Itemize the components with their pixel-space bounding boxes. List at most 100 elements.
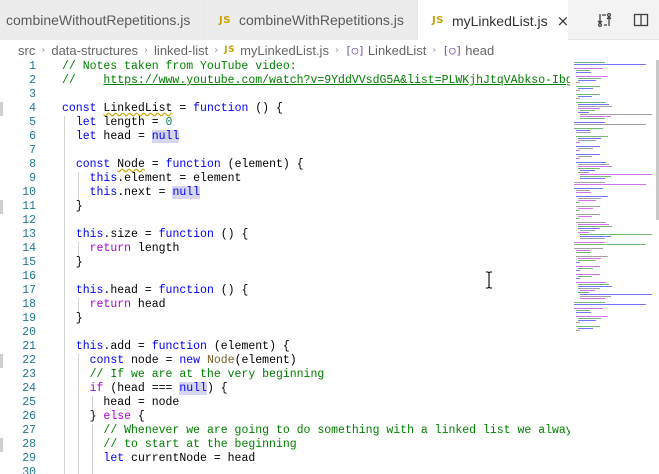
minimap-line: [578, 208, 594, 209]
minimap-line: [578, 156, 592, 157]
code-line[interactable]: 12: [0, 214, 570, 228]
line-number: 17: [22, 284, 36, 297]
code-line[interactable]: 22 const node = new Node(element): [0, 354, 570, 368]
minimap-line: [578, 292, 589, 293]
minimap-line: [576, 274, 601, 275]
minimap-line: [576, 222, 606, 223]
line-number: 10: [22, 186, 36, 199]
tab-my-linked-list[interactable]: JS myLinkedList.js ×: [418, 0, 568, 41]
minimap-line: [578, 232, 589, 233]
minimap-line: [576, 316, 608, 317]
symbol-field-icon: [○]: [344, 43, 365, 57]
minimap-line: [578, 148, 594, 149]
minimap-line: [576, 266, 601, 267]
minimap-line: [578, 80, 596, 81]
minimap-line: [578, 268, 594, 269]
open-changes-icon[interactable]: [587, 0, 623, 40]
minimap-line: [574, 182, 605, 183]
code-line[interactable]: 11 }: [0, 200, 570, 214]
breadcrumb-item[interactable]: data-structures: [51, 43, 138, 58]
code-text: const LinkedList = function () {: [62, 102, 283, 115]
minimap-line: [578, 258, 602, 259]
line-number: 15: [22, 256, 36, 269]
code-text: let head = null: [75, 130, 180, 143]
breadcrumb-symbol[interactable]: LinkedList: [368, 43, 427, 58]
line-number: 19: [22, 312, 36, 325]
code-line[interactable]: 27 // Whenever we are going to do someth…: [0, 424, 570, 438]
code-line[interactable]: 23 // If we are at the very beginning: [0, 368, 570, 382]
breadcrumb-symbol[interactable]: head: [465, 43, 494, 58]
tab-combine-without-repetitions[interactable]: combineWithoutRepetitions.js: [0, 0, 205, 40]
minimap-line: [576, 330, 580, 331]
code-line[interactable]: 13 this.size = function () {: [0, 228, 570, 242]
code-text: // If we are at the very beginning: [89, 368, 325, 381]
minimap-line: [578, 138, 602, 139]
code-line[interactable]: 28 // to start at the beginning: [0, 438, 570, 452]
minimap-line: [578, 260, 596, 261]
minimap-line: [576, 190, 591, 191]
code-line[interactable]: 9 this.element = element: [0, 172, 570, 186]
code-line[interactable]: 30: [0, 466, 570, 474]
line-number: 11: [22, 200, 36, 213]
indent-guide: [64, 270, 65, 284]
minimap-line: [576, 256, 608, 257]
tab-combine-with-repetitions[interactable]: JS combineWithRepetitions.js: [205, 0, 418, 40]
tab-bar: combineWithoutRepetitions.js JS combineW…: [0, 0, 659, 41]
code-line[interactable]: 29 let currentNode = head: [0, 452, 570, 466]
code-line[interactable]: 1 // Notes taken from YouTube video:: [0, 60, 570, 74]
minimap-line: [580, 290, 596, 291]
code-line[interactable]: 5 let length = 0: [0, 116, 570, 130]
minimap-line: [578, 104, 609, 105]
line-number: 29: [22, 452, 36, 465]
code-line[interactable]: 7: [0, 144, 570, 158]
breadcrumb: src › data-structures › linked-list › JS…: [0, 40, 659, 60]
code-line[interactable]: 14 return length: [0, 242, 570, 256]
code-line[interactable]: 26 } else {: [0, 410, 570, 424]
breadcrumb-item[interactable]: linked-list: [154, 43, 208, 58]
minimap-line: [574, 188, 603, 189]
code-line[interactable]: 24 if (head === null) {: [0, 382, 570, 396]
minimap-line: [578, 200, 596, 201]
minimap-line: [576, 270, 580, 271]
code-line[interactable]: 4 const LinkedList = function () {: [0, 102, 570, 116]
minimap-line: [576, 214, 601, 215]
code-line[interactable]: 25 head = node: [0, 396, 570, 410]
code-editor[interactable]: 1 // Notes taken from YouTube video: 2 // h…: [0, 60, 570, 474]
minimap-line: [576, 282, 606, 283]
code-line[interactable]: 19 }: [0, 312, 570, 326]
line-number: 27: [22, 424, 36, 437]
indent-guide: [64, 214, 65, 228]
breadcrumb-file[interactable]: myLinkedList.js: [240, 43, 329, 58]
minimap-line: [580, 176, 611, 177]
minimap-line: [578, 96, 592, 97]
minimap-line: [578, 216, 592, 217]
indent-guide: [64, 326, 65, 340]
breadcrumb-item[interactable]: src: [18, 43, 35, 58]
minimap[interactable]: [570, 60, 656, 474]
line-number: 2: [29, 74, 36, 87]
code-line[interactable]: 15 }: [0, 256, 570, 270]
code-line[interactable]: 2 // https://www.youtube.com/watch?v=9Ydd…: [0, 74, 570, 88]
code-line[interactable]: 21 this.add = function (element) {: [0, 340, 570, 354]
split-editor-icon[interactable]: [623, 0, 659, 40]
code-line[interactable]: 20: [0, 326, 570, 340]
minimap-line: [576, 130, 591, 131]
js-file-icon: JS: [432, 15, 444, 26]
minimap-line: [578, 166, 613, 167]
close-icon[interactable]: ×: [557, 12, 568, 30]
code-line[interactable]: 18 return head: [0, 298, 570, 312]
code-line[interactable]: 3: [0, 88, 570, 102]
minimap-line: [578, 108, 600, 109]
code-text: const node = new Node(element): [89, 354, 297, 367]
code-line[interactable]: 8 const Node = function (element) {: [0, 158, 570, 172]
minimap-line: [578, 288, 600, 289]
code-text: if (head === null) {: [89, 382, 228, 395]
code-text: let currentNode = head: [103, 452, 256, 465]
code-line[interactable]: 6 let head = null: [0, 130, 570, 144]
indent-guide: [64, 466, 65, 474]
code-text: }: [62, 200, 83, 213]
minimap-line: [576, 136, 608, 137]
minimap-line: [574, 64, 646, 65]
line-number: 13: [22, 228, 36, 241]
code-line[interactable]: 10 this.next = null: [0, 186, 570, 200]
